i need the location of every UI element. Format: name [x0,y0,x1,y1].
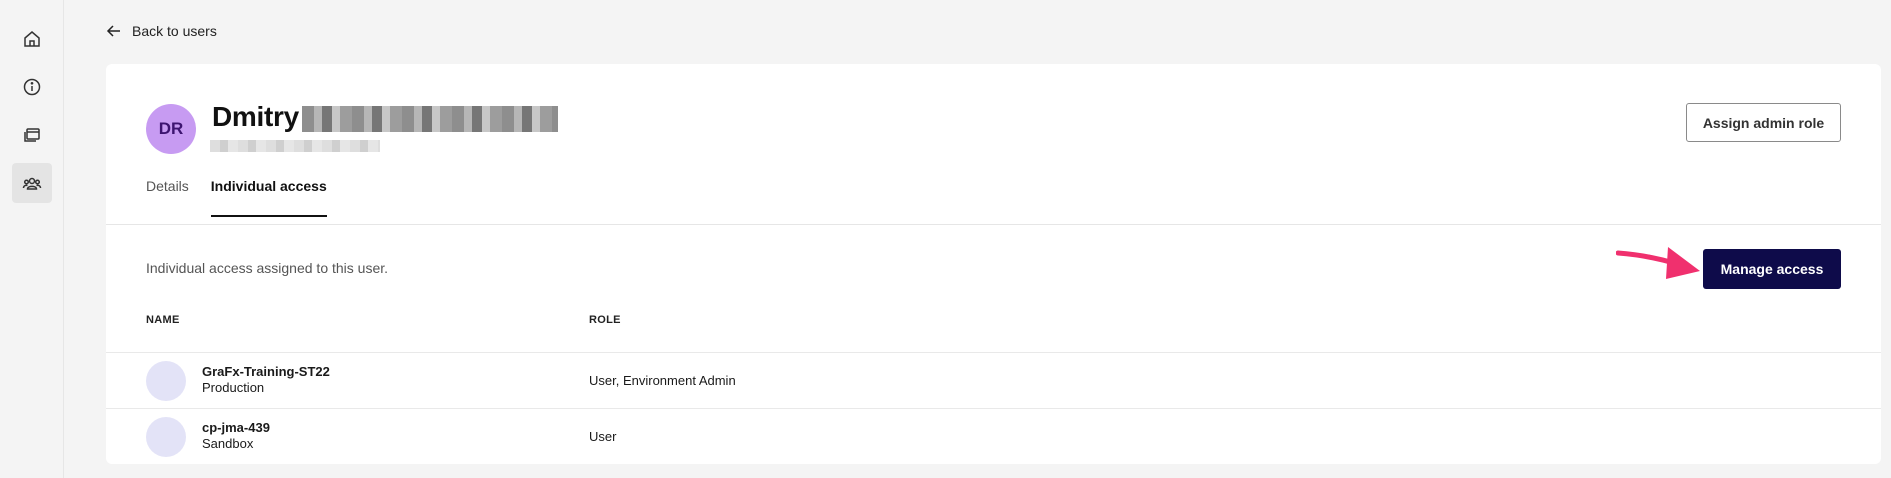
nav-environments[interactable] [12,115,52,155]
tab-individual-access[interactable]: Individual access [210,176,327,217]
user-card: DR Dmitry Assign admin role Details Indi… [106,64,1881,464]
access-description: Individual access assigned to this user. [146,260,389,276]
table-row[interactable]: GraFx-Training-ST22 Production User, Env… [106,353,1881,408]
user-avatar: DR [146,104,196,154]
environment-type: Sandbox [202,436,254,451]
tabs-divider [106,224,1881,225]
table-row[interactable]: cp-jma-439 Sandbox User [106,409,1881,464]
back-to-users-link[interactable]: Back to users [106,19,217,43]
side-nav [0,0,64,478]
back-label: Back to users [132,23,217,39]
tab-bar: Details Individual access [146,176,327,218]
nav-info[interactable] [12,67,52,107]
manage-access-button[interactable]: Manage access [1703,249,1841,289]
home-icon [24,31,40,47]
annotation-arrow-icon [1616,247,1700,279]
column-header-role: ROLE [589,314,621,326]
column-header-name: NAME [146,314,180,326]
info-icon [23,78,41,96]
windows-icon [24,128,40,142]
environment-type: Production [202,380,265,395]
environment-role: User [589,429,617,444]
environment-avatar [146,361,186,401]
redacted-last-name [302,106,558,132]
nav-home[interactable] [12,19,52,59]
assign-admin-role-button[interactable]: Assign admin role [1686,103,1841,142]
users-icon [22,177,42,190]
environment-avatar [146,417,186,457]
nav-users[interactable] [12,163,52,203]
redacted-email [210,140,380,152]
environment-role: User, Environment Admin [589,373,736,388]
arrow-left-icon [106,25,120,37]
tab-details[interactable]: Details [146,176,189,216]
user-name: Dmitry [212,101,299,132]
environment-name: cp-jma-439 [202,420,270,435]
environment-name: GraFx-Training-ST22 [202,364,330,379]
